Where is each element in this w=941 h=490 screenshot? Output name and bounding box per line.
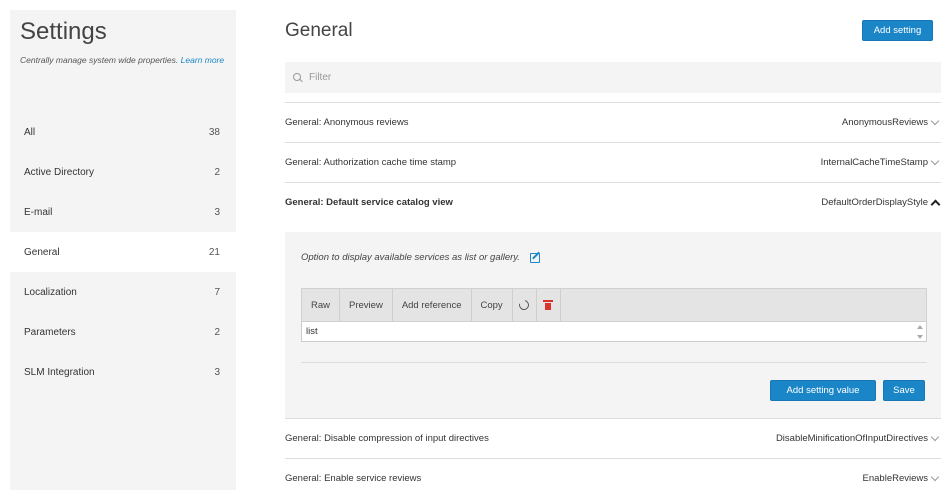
- setting-name: General: Anonymous reviews: [285, 117, 409, 128]
- sidebar-item-all[interactable]: All 38: [10, 112, 236, 152]
- sidebar-item-label: Localization: [24, 286, 77, 298]
- setting-name: General: Default service catalog view: [285, 197, 453, 208]
- setting-description: Option to display available services as …: [301, 251, 542, 263]
- sidebar-item-label: Parameters: [24, 326, 76, 338]
- copy-button[interactable]: Copy: [472, 289, 513, 321]
- add-setting-button[interactable]: Add setting: [862, 20, 933, 41]
- sidebar-item-label: All: [24, 126, 36, 138]
- setting-key-text: DefaultOrderDisplayStyle: [821, 197, 928, 208]
- sidebar-title: Settings: [20, 18, 107, 45]
- spin-down-icon[interactable]: [917, 335, 923, 339]
- value-editor: Raw Preview Add reference Copy list: [301, 288, 927, 342]
- sidebar-description-text: Centrally manage system wide properties.: [20, 55, 179, 65]
- sidebar-item-count: 7: [214, 286, 220, 298]
- filter-bar: [285, 62, 941, 93]
- setting-key: DisableMinificationOfInputDirectives: [776, 433, 941, 444]
- sidebar-item-slm-integration[interactable]: SLM Integration 3: [10, 352, 236, 392]
- chevron-up-icon[interactable]: [931, 198, 940, 207]
- chevron-down-icon[interactable]: [931, 158, 940, 167]
- delete-button[interactable]: [537, 289, 561, 321]
- add-setting-value-button[interactable]: Add setting value: [770, 380, 876, 401]
- chevron-down-icon[interactable]: [931, 474, 940, 483]
- setting-key-text: InternalCacheTimeStamp: [820, 157, 928, 168]
- setting-name: General: Disable compression of input di…: [285, 433, 489, 444]
- setting-row-enable-reviews[interactable]: General: Enable service reviews EnableRe…: [285, 458, 941, 490]
- setting-key-text: AnonymousReviews: [841, 117, 928, 128]
- sidebar-item-label: E-mail: [24, 206, 53, 218]
- sidebar-item-count: 38: [208, 126, 220, 138]
- sidebar-item-count: 3: [214, 366, 220, 378]
- setting-value-text: list: [306, 326, 318, 337]
- learn-more-link[interactable]: Learn more: [181, 55, 224, 65]
- sidebar-item-localization[interactable]: Localization 7: [10, 272, 236, 312]
- sidebar-item-count: 21: [208, 246, 220, 258]
- setting-row-authorization-cache[interactable]: General: Authorization cache time stamp …: [285, 142, 941, 182]
- setting-key: EnableReviews: [863, 473, 941, 484]
- editor-toolbar: Raw Preview Add reference Copy: [301, 288, 927, 322]
- value-spinner[interactable]: [916, 324, 924, 340]
- sidebar-item-active-directory[interactable]: Active Directory 2: [10, 152, 236, 192]
- setting-key: AnonymousReviews: [842, 117, 941, 128]
- edit-icon[interactable]: [529, 251, 542, 263]
- setting-key-text: DisableMinificationOfInputDirectives: [775, 433, 928, 444]
- setting-row-anonymous-reviews[interactable]: General: Anonymous reviews AnonymousRevi…: [285, 102, 941, 142]
- sidebar-item-count: 2: [214, 166, 220, 178]
- category-list: All 38 Active Directory 2 E-mail 3 Gener…: [10, 112, 236, 392]
- setting-name: General: Enable service reviews: [285, 473, 422, 484]
- save-button[interactable]: Save: [883, 380, 925, 401]
- sidebar-description: Centrally manage system wide properties.…: [20, 54, 232, 66]
- setting-key: DefaultOrderDisplayStyle: [821, 197, 941, 208]
- sidebar-item-parameters[interactable]: Parameters 2: [10, 312, 236, 352]
- setting-row-disable-compression[interactable]: General: Disable compression of input di…: [285, 418, 941, 458]
- setting-name: General: Authorization cache time stamp: [285, 157, 457, 168]
- refresh-icon: [517, 298, 532, 312]
- raw-tab[interactable]: Raw: [302, 289, 341, 321]
- sidebar-item-label: SLM Integration: [24, 366, 95, 378]
- sidebar-item-general[interactable]: General 21: [10, 232, 236, 272]
- chevron-down-icon[interactable]: [931, 434, 940, 443]
- refresh-button[interactable]: [513, 289, 537, 321]
- filter-input[interactable]: [309, 72, 909, 83]
- add-reference-button[interactable]: Add reference: [393, 289, 472, 321]
- sidebar-item-label: Active Directory: [24, 166, 95, 178]
- page-title: General: [285, 20, 353, 41]
- sidebar: Settings Centrally manage system wide pr…: [10, 10, 236, 490]
- sidebar-item-count: 2: [214, 326, 220, 338]
- setting-row-default-catalog-view[interactable]: General: Default service catalog view De…: [285, 182, 941, 222]
- setting-description-text: Option to display available services as …: [301, 251, 520, 263]
- sidebar-item-label: General: [24, 246, 60, 258]
- setting-detail-panel: Option to display available services as …: [285, 232, 941, 418]
- setting-key-text: EnableReviews: [862, 473, 928, 484]
- setting-key: InternalCacheTimeStamp: [821, 157, 941, 168]
- trash-icon: [543, 300, 554, 310]
- divider: [301, 362, 927, 363]
- sidebar-item-email[interactable]: E-mail 3: [10, 192, 236, 232]
- preview-tab[interactable]: Preview: [340, 289, 393, 321]
- setting-value-input[interactable]: list: [301, 322, 927, 342]
- search-icon: [293, 72, 303, 83]
- chevron-down-icon[interactable]: [931, 118, 940, 127]
- sidebar-item-count: 3: [214, 206, 220, 218]
- spin-up-icon[interactable]: [917, 325, 923, 329]
